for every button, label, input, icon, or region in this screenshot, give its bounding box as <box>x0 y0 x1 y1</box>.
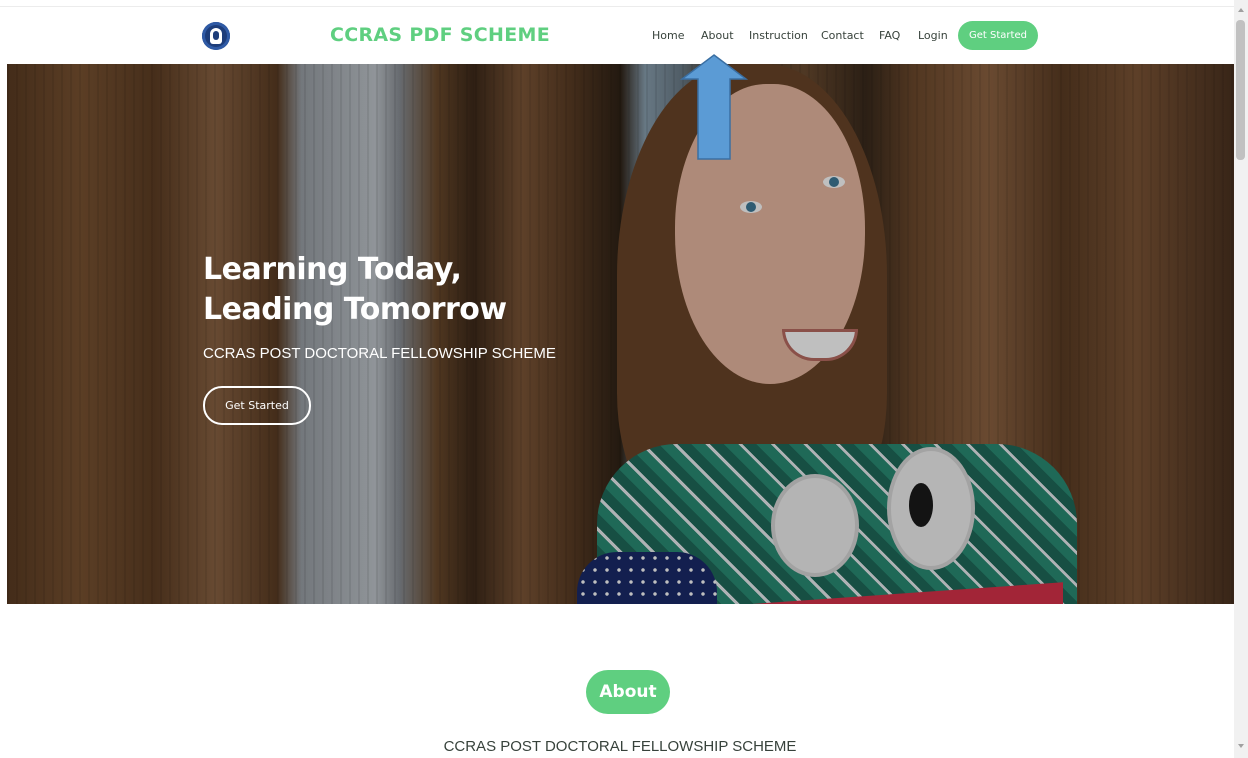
emblem-core <box>213 31 219 40</box>
hero-title-line1: Learning Today, <box>203 252 462 287</box>
nav-home[interactable]: Home <box>652 29 684 42</box>
about-section-subtitle: CCRAS POST DOCTORAL FELLOWSHIP SCHEME <box>443 738 797 755</box>
vertical-scrollbar[interactable] <box>1234 0 1248 758</box>
nav-instruction[interactable]: Instruction <box>749 29 808 42</box>
nav-faq[interactable]: FAQ <box>879 29 900 42</box>
nav-login[interactable]: Login <box>918 29 948 42</box>
site-brand[interactable]: CCRAS PDF SCHEME <box>330 24 550 46</box>
hero-title: Learning Today, Leading Tomorrow <box>203 250 507 330</box>
about-section-badge: About <box>586 670 670 714</box>
up-arrow-icon <box>680 54 748 160</box>
hero-subtitle: CCRAS POST DOCTORAL FELLOWSHIP SCHEME <box>203 345 556 362</box>
hero-banner <box>7 64 1234 604</box>
scroll-down-icon[interactable] <box>1238 744 1244 748</box>
nav-contact[interactable]: Contact <box>821 29 864 42</box>
top-border <box>0 0 1248 7</box>
scroll-thumb[interactable] <box>1236 20 1245 160</box>
hero-title-line2: Leading Tomorrow <box>203 292 507 327</box>
nav-about[interactable]: About <box>701 29 734 42</box>
ccras-emblem-icon[interactable] <box>202 22 230 50</box>
scroll-up-icon[interactable] <box>1238 8 1244 12</box>
site-header: CCRAS PDF SCHEME Home About Instruction … <box>0 7 1234 64</box>
hero-overlay <box>7 64 1234 604</box>
header-get-started-button[interactable]: Get Started <box>958 21 1038 50</box>
hero-get-started-button[interactable]: Get Started <box>203 386 311 425</box>
